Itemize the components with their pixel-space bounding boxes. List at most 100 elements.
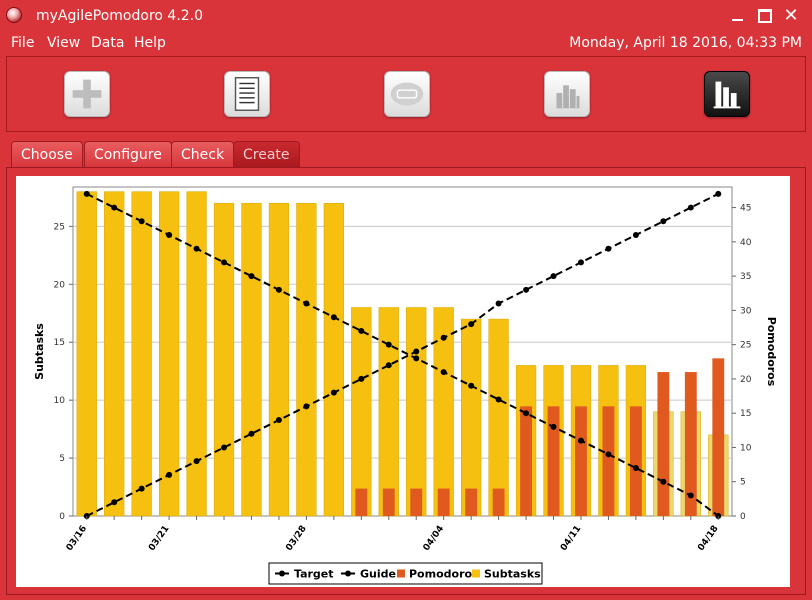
subtasks-bar xyxy=(213,202,235,517)
target-point xyxy=(495,396,502,403)
guide-point xyxy=(275,417,282,424)
guide-point xyxy=(440,334,447,341)
tab-configure[interactable]: Configure xyxy=(84,141,172,168)
guide-point xyxy=(715,190,722,197)
subtasks-bar xyxy=(76,191,97,517)
subtasks-bar xyxy=(131,191,152,517)
guide-point xyxy=(523,286,530,293)
legend-point-swatch xyxy=(345,570,351,577)
target-point xyxy=(468,382,475,389)
close-button[interactable]: ✕ xyxy=(780,6,802,26)
tab-check[interactable]: Check xyxy=(171,141,235,168)
left-axis-tick-label: 10 xyxy=(54,396,66,406)
pomodoros-bar xyxy=(410,488,423,516)
right-axis-tick-label: 35 xyxy=(740,272,751,282)
pomodoros-bar xyxy=(355,488,368,516)
menu-file[interactable]: File xyxy=(11,35,34,51)
target-point xyxy=(632,465,639,472)
window-title: myAgilePomodoro 4.2.0 xyxy=(36,8,204,24)
x-axis-tick-label: 03/16 xyxy=(65,524,89,553)
target-point xyxy=(330,314,337,321)
subtasks-bar xyxy=(351,307,372,517)
title-bar: myAgilePomodoro 4.2.0 ✕ xyxy=(0,0,812,32)
legend-label: Guide xyxy=(360,568,396,581)
legend-color-swatch xyxy=(397,569,405,578)
legend-label: Target xyxy=(294,568,334,581)
legend-label: Pomodoros xyxy=(409,568,479,581)
left-axis-tick-label: 5 xyxy=(59,454,65,464)
target-point xyxy=(221,259,228,266)
pomodoros-bar xyxy=(465,488,478,516)
target-point xyxy=(111,204,118,211)
target-point xyxy=(358,327,365,334)
guide-point xyxy=(550,273,557,280)
menu-help[interactable]: Help xyxy=(134,35,166,51)
pomodoros-bar xyxy=(520,406,532,516)
maximize-button[interactable] xyxy=(754,6,776,26)
guide-point xyxy=(577,259,584,266)
pomodoros-bar xyxy=(629,406,642,516)
report-button[interactable] xyxy=(224,71,270,117)
right-axis-tick-label: 15 xyxy=(740,409,751,419)
menu-view[interactable]: View xyxy=(47,35,80,51)
guide-point xyxy=(385,362,392,369)
x-axis-tick-label: 04/18 xyxy=(696,524,720,553)
add-button[interactable] xyxy=(64,71,110,117)
pomodoros-bar xyxy=(437,488,450,516)
document-list-icon xyxy=(234,77,260,111)
right-axis-tick-label: 0 xyxy=(740,512,746,522)
guide-point xyxy=(221,444,228,451)
target-point xyxy=(138,218,145,225)
subtasks-bar xyxy=(186,191,207,517)
guide-point xyxy=(111,499,118,506)
right-axis-label: Pomodoros xyxy=(765,317,778,387)
x-axis-tick-label: 04/11 xyxy=(559,524,583,553)
minimize-button[interactable] xyxy=(728,6,750,26)
guide-point xyxy=(605,245,612,252)
right-axis-tick-label: 40 xyxy=(740,238,752,248)
guide-point xyxy=(660,218,667,225)
guide-point xyxy=(138,485,145,492)
left-axis-label: Subtasks xyxy=(33,323,46,380)
pomodoros-bar xyxy=(657,372,670,516)
tab-choose[interactable]: Choose xyxy=(11,141,83,168)
guide-point xyxy=(468,321,475,328)
subtasks-bar xyxy=(158,191,180,517)
right-axis-tick-label: 10 xyxy=(740,443,752,453)
menu-data[interactable]: Data xyxy=(91,35,124,51)
legend-point-swatch xyxy=(279,570,285,577)
tab-create[interactable]: Create xyxy=(233,141,300,168)
chart-button[interactable] xyxy=(544,71,590,117)
tag-icon xyxy=(390,82,424,106)
x-axis-tick-label: 04/04 xyxy=(422,524,446,553)
target-point xyxy=(248,273,255,280)
subtasks-bar xyxy=(241,202,262,517)
current-datetime: Monday, April 18 2016, 04:33 PM xyxy=(569,35,802,51)
subtasks-bar xyxy=(323,202,344,517)
tag-button[interactable] xyxy=(384,71,430,117)
guide-point xyxy=(687,204,694,211)
right-axis-tick-label: 20 xyxy=(740,375,752,385)
burndown-chart-button[interactable] xyxy=(704,71,750,117)
pomodoros-bar xyxy=(602,406,615,516)
pomodoros-bar xyxy=(382,488,395,516)
guide-point xyxy=(330,389,337,396)
target-point xyxy=(440,369,447,376)
target-point xyxy=(166,231,173,238)
x-axis-tick-label: 03/28 xyxy=(284,524,308,553)
left-axis-tick-label: 20 xyxy=(54,280,66,290)
right-axis-tick-label: 45 xyxy=(740,204,751,214)
left-axis-tick-label: 25 xyxy=(54,222,65,232)
target-point xyxy=(83,190,90,197)
target-point xyxy=(687,492,694,499)
left-axis-tick-label: 0 xyxy=(59,512,65,522)
subtasks-bar xyxy=(406,307,427,517)
target-point xyxy=(660,478,667,485)
target-point xyxy=(550,423,557,430)
guide-point xyxy=(166,471,173,478)
toolbar xyxy=(6,56,806,132)
add-icon xyxy=(72,79,102,109)
legend-label: Subtasks xyxy=(484,568,541,581)
guide-point xyxy=(632,231,639,238)
subtasks-bar xyxy=(488,318,509,517)
